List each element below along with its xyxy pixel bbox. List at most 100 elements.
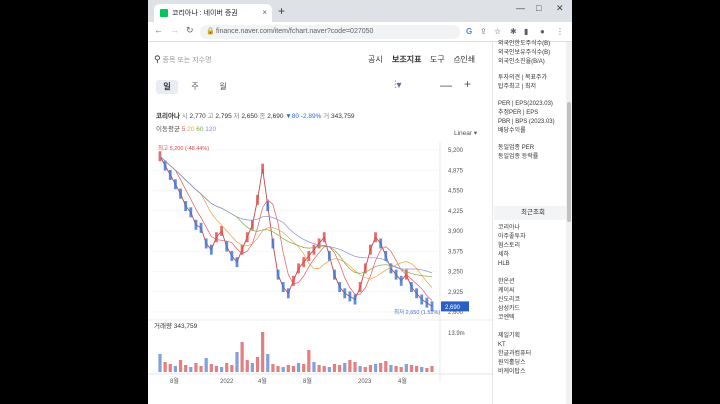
sidebar-valuation-item: 추정PER | EPS — [498, 110, 539, 116]
tools-button[interactable]: 도구 — [430, 54, 445, 65]
volume-bar — [420, 367, 424, 372]
profile-icon[interactable]: ● — [540, 27, 545, 36]
maximize-button[interactable]: □ — [536, 3, 541, 13]
scale-selector[interactable]: Linear ▾ — [454, 129, 477, 137]
volume-bar — [322, 366, 326, 372]
forward-icon[interactable]: → — [170, 25, 179, 35]
sidebar-scrollbar[interactable] — [566, 42, 572, 404]
price-candle — [410, 282, 413, 293]
indicators-button[interactable]: 보조지표 — [392, 54, 421, 65]
price-candle — [312, 244, 316, 255]
sidebar-recent-item[interactable]: 제일기획 — [498, 332, 520, 340]
volume-bar — [358, 366, 362, 372]
price-candle — [399, 275, 403, 286]
sidepanel-icon[interactable]: ▮ — [524, 27, 528, 36]
minimize-button[interactable]: — — [516, 3, 525, 13]
high-value: 2,795 — [215, 113, 232, 120]
price-chart[interactable]: 5,200 4,875 4,550 4,225 3,900 3,575 3,250 2,925… — [148, 142, 493, 404]
price-candle — [286, 288, 290, 299]
zoom-out-icon[interactable]: — — [440, 78, 452, 92]
sidebar-recent-item[interactable]: 코리아나 — [498, 224, 520, 232]
sidebar-recent-item[interactable]: HLB — [498, 260, 510, 268]
x-tick-label: 8월 — [303, 377, 312, 385]
volume-bar — [178, 360, 183, 372]
sidebar-recent-item[interactable]: 비케이탑스 — [498, 368, 526, 376]
period-week[interactable]: 주 — [184, 80, 206, 94]
price-candle — [230, 250, 234, 261]
volume-bar — [394, 366, 398, 372]
volume-bar — [307, 350, 311, 372]
sidebar-recent-item[interactable]: 신도리코 — [498, 296, 520, 304]
url-field[interactable]: 🔒 finance.naver.com/item/fchart.naver?co… — [200, 25, 460, 39]
google-icon[interactable]: G — [466, 27, 472, 36]
sidebar-recent-item[interactable]: 혐스토리 — [498, 242, 520, 250]
sidebar-recent-item[interactable]: 한글과컴퓨터 — [498, 350, 531, 358]
print-button[interactable]: ⎙인쇄 — [454, 54, 475, 65]
sidebar-industry-item: 동일업종 PER — [498, 145, 535, 151]
sidebar-recent-item[interactable]: KT — [498, 341, 506, 349]
price-candle — [302, 257, 306, 268]
scrollbar-thumb[interactable] — [567, 102, 571, 222]
price-candle — [276, 269, 280, 280]
back-icon[interactable]: ← — [154, 25, 163, 35]
price-candle — [189, 207, 193, 218]
zoom-in-icon[interactable]: + — [464, 77, 471, 91]
disclosure-button[interactable]: 공시 — [368, 54, 383, 65]
sidebar-recent-item[interactable]: 케이씨 — [498, 287, 515, 295]
volume-bar — [230, 365, 234, 372]
menu-icon[interactable]: ⋮ — [556, 27, 564, 36]
price-candle — [322, 232, 326, 243]
price-candle — [327, 250, 331, 261]
open-label: 시 — [181, 113, 188, 120]
naver-favicon-icon — [160, 9, 168, 17]
price-candle — [225, 241, 229, 252]
search-input[interactable]: 종목 또는 지수명 — [163, 57, 212, 64]
close-window-button[interactable]: ✕ — [556, 3, 564, 14]
volume-bar — [399, 367, 403, 372]
extensions-icon[interactable]: ✱ — [510, 27, 517, 36]
tab-title: 코리아나 : 네이버 증권 — [172, 10, 238, 17]
sidebar-recent-item[interactable]: 원익홀딩스 — [498, 359, 526, 367]
volume-bar — [291, 366, 296, 372]
tab-close-icon[interactable]: × — [262, 8, 267, 17]
y-tick-label: 4,875 — [448, 168, 464, 174]
scale-label: Linear — [454, 130, 473, 137]
volume-bar — [219, 367, 224, 372]
volume-bar — [276, 366, 280, 372]
print-label: 인쇄 — [460, 55, 476, 64]
stock-search[interactable]: ⚲ 종목 또는 지수명 — [154, 54, 212, 65]
browser-tab[interactable]: 코리아나 : 네이버 증권 × — [154, 4, 272, 22]
volume-bar — [332, 364, 337, 372]
tab-strip: 코리아나 : 네이버 증권 × + — □ ✕ — [148, 0, 572, 22]
price-candle — [307, 250, 311, 261]
close-label: 종 — [259, 113, 266, 120]
price-candle — [353, 294, 357, 305]
sidebar-recent-item[interactable]: 아주좋투자 — [498, 233, 526, 241]
volume-bar — [343, 363, 347, 372]
sidebar-recent-item[interactable]: 한온션 — [498, 278, 515, 286]
y-tick-label: 3,575 — [448, 249, 464, 255]
y-tick-label: 4,550 — [448, 189, 464, 195]
sidebar-recent-item[interactable]: 세하 — [498, 251, 509, 259]
share-icon[interactable]: ⇪ — [480, 27, 487, 36]
candle-type-icon[interactable]: ⫶▾ — [394, 80, 402, 91]
sidebar-recent-item[interactable]: 삼성카드 — [498, 305, 520, 313]
volume-bar — [163, 362, 167, 372]
x-tick-label: 2022 — [220, 379, 234, 385]
sidebar-industry-item: 동일업종 등락률 — [498, 154, 539, 160]
price-candle — [348, 291, 352, 302]
period-day[interactable]: 일 — [156, 80, 178, 94]
volume-bar — [209, 364, 213, 372]
price-candle — [261, 163, 265, 174]
star-icon[interactable]: ☆ — [494, 27, 501, 36]
price-candle — [173, 179, 177, 190]
price-candle — [415, 288, 419, 299]
volume-bar — [286, 365, 290, 372]
new-tab-button[interactable]: + — [278, 4, 285, 18]
sidebar-recent-item[interactable]: 코엔텍 — [498, 314, 515, 322]
price-candle — [281, 282, 285, 293]
volume-bar — [317, 365, 321, 372]
reload-icon[interactable]: ↻ — [186, 25, 194, 36]
period-month[interactable]: 월 — [212, 80, 234, 94]
volume-bar — [338, 365, 342, 372]
